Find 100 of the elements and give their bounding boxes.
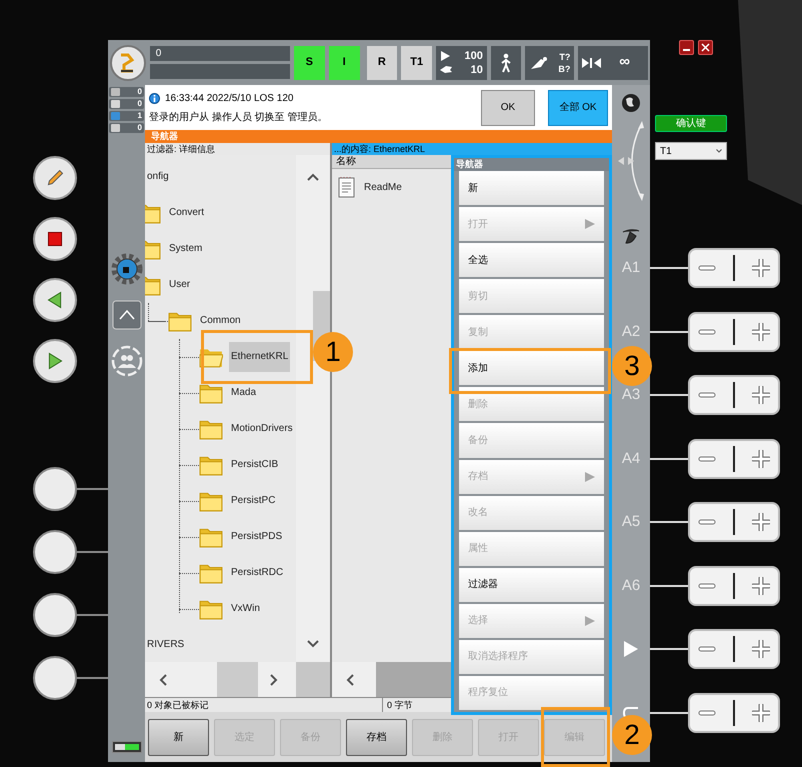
jog-key[interactable] <box>688 692 780 733</box>
status-key[interactable]: T1 <box>401 46 432 80</box>
softkey-button[interactable]: 新 <box>148 718 209 756</box>
play-icon[interactable] <box>622 640 639 658</box>
close-icon <box>701 43 710 52</box>
globe-icon[interactable] <box>621 93 641 113</box>
pencil-button[interactable] <box>33 156 77 200</box>
ok-button[interactable]: OK <box>481 90 535 126</box>
tree-item[interactable]: System <box>167 234 204 264</box>
dialog-icon <box>111 124 120 132</box>
menu-item[interactable]: 添加 <box>459 351 604 386</box>
status-key[interactable]: S <box>294 46 325 80</box>
robot-logo-button[interactable] <box>110 44 146 80</box>
hand-icon <box>440 65 452 74</box>
tree-item[interactable]: Common <box>198 306 243 336</box>
round-key[interactable] <box>33 530 77 574</box>
tree-item[interactable]: PersistCIB <box>229 450 280 480</box>
tree-item[interactable]: User <box>167 270 192 300</box>
base-label: B? <box>558 62 570 74</box>
message-counter[interactable]: 0 <box>109 99 144 109</box>
message-counter[interactable]: 0 <box>109 123 144 133</box>
message-counter[interactable]: 1 <box>109 111 144 121</box>
menu-item[interactable]: 过滤器 <box>459 568 604 602</box>
jog-override: 10 <box>470 62 483 76</box>
tool-label: T? <box>558 50 570 62</box>
stop-button[interactable] <box>33 217 77 261</box>
plus-icon[interactable] <box>752 450 770 468</box>
status-key[interactable]: I <box>328 46 360 80</box>
content-title: ...的内容: EthernetKRL <box>332 143 612 155</box>
tree-item[interactable]: RIVERS <box>145 630 186 660</box>
horizontal-scrollbar[interactable] <box>145 662 296 697</box>
column-header[interactable]: 名称 <box>332 155 360 168</box>
file-item[interactable]: ReadMe <box>364 180 402 194</box>
close-button[interactable] <box>698 40 713 55</box>
jog-key[interactable] <box>688 438 780 479</box>
message-time: 16:33:44 2022/5/10 LOS 120 <box>165 92 294 106</box>
plus-icon[interactable] <box>752 259 770 277</box>
battery-icon <box>112 741 142 753</box>
users-icon[interactable] <box>110 345 142 377</box>
size-status: 0 字节 <box>386 699 414 712</box>
chevron-down-icon <box>716 149 722 153</box>
round-key[interactable] <box>33 656 77 700</box>
jog-key[interactable] <box>688 248 780 288</box>
info-icon <box>149 92 160 104</box>
axis-label: A4 <box>622 448 640 469</box>
menu-item[interactable]: 新 <box>459 171 604 206</box>
tree-item[interactable]: MotionDrivers <box>229 414 295 444</box>
gear-icon[interactable] <box>110 253 142 285</box>
message-text: 登录的用户从 操作人员 切换至 管理员。 <box>149 110 328 124</box>
scroll-down-icon[interactable] <box>307 640 319 648</box>
clock-icon[interactable] <box>112 300 142 330</box>
tree-item[interactable]: PersistPC <box>229 486 278 516</box>
tree-item[interactable]: PersistRDC <box>229 558 286 588</box>
jog-mode-button[interactable] <box>490 46 521 80</box>
tool-base-panel[interactable]: T? B? <box>524 46 574 80</box>
confirm-button[interactable]: 确认键 <box>655 115 727 132</box>
jog-key[interactable] <box>688 502 780 542</box>
forward-button[interactable] <box>33 339 77 383</box>
scroll-left-icon[interactable] <box>159 674 167 686</box>
jog-key[interactable] <box>688 629 780 670</box>
scroll-right-icon[interactable] <box>270 674 278 686</box>
status-key[interactable]: R <box>366 46 398 80</box>
round-key[interactable] <box>33 467 77 511</box>
plus-icon[interactable] <box>752 513 770 532</box>
plus-icon[interactable] <box>752 640 770 658</box>
robot-tool-icon[interactable] <box>620 228 642 246</box>
message-counter[interactable]: 0 <box>109 87 144 97</box>
document-icon[interactable] <box>338 176 356 198</box>
filter-label: 过滤器: 详细信息 <box>145 143 330 155</box>
ok-button[interactable]: 全部 OK <box>548 90 608 126</box>
minimize-button[interactable] <box>679 40 694 55</box>
info-icon <box>111 112 120 120</box>
jog-key[interactable] <box>688 375 780 416</box>
plus-icon[interactable] <box>752 576 770 595</box>
tree-item[interactable]: PersistPDS <box>229 522 284 552</box>
jog-key[interactable] <box>688 312 780 352</box>
back-button[interactable] <box>33 278 77 322</box>
scroll-up-icon[interactable] <box>307 173 319 181</box>
menu-item[interactable]: 全选 <box>459 243 604 278</box>
plus-icon[interactable] <box>752 322 770 341</box>
scrollbar-thumb[interactable] <box>217 662 258 697</box>
scroll-left-icon[interactable] <box>346 674 354 686</box>
tree-item[interactable]: Mada <box>229 378 258 408</box>
tree-item[interactable]: Convert <box>167 198 206 228</box>
mode-select[interactable]: T1 <box>655 142 727 160</box>
rotation-arrows-icon[interactable] <box>616 119 646 203</box>
tree-item[interactable]: onfig <box>145 162 171 192</box>
tree-item[interactable]: EthernetKRL <box>229 342 290 372</box>
walking-person-icon <box>498 52 513 72</box>
axis-label: A3 <box>622 385 640 406</box>
tree-item[interactable]: VxWin <box>229 594 262 624</box>
run-mode-label: ∞ <box>619 52 630 72</box>
plus-icon[interactable] <box>752 704 770 722</box>
softkey-button[interactable]: 存档 <box>346 718 407 756</box>
plus-icon[interactable] <box>752 386 770 404</box>
override-panel[interactable]: 100 10 <box>436 46 487 80</box>
round-key[interactable] <box>33 593 77 637</box>
jog-key[interactable] <box>688 566 780 606</box>
run-mode-panel[interactable]: ∞ <box>578 46 648 80</box>
program-override: 100 <box>464 48 483 62</box>
